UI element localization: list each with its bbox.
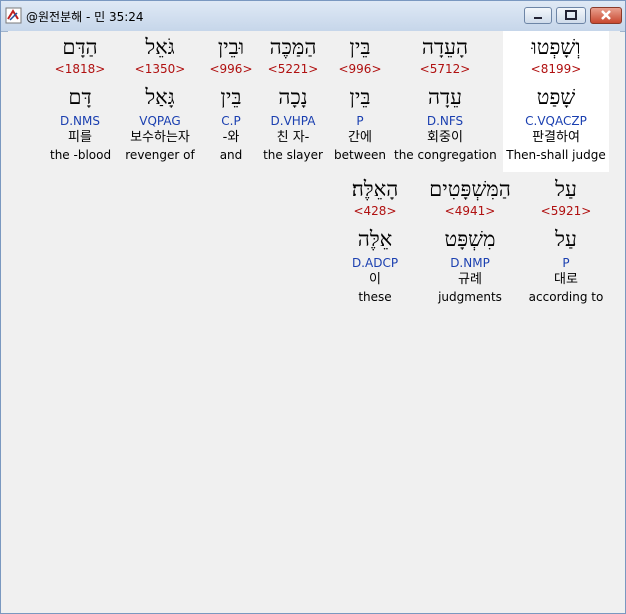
hebrew-word: עַל (555, 177, 577, 201)
hebrew-word: גֹּאֵל (145, 35, 175, 59)
morph-code: C.P (221, 114, 241, 128)
word-card[interactable]: הַמִּשְׁפָּטִים <4941> מִשְׁפָּט D.NMP 규… (418, 175, 522, 305)
hebrew-word: הָעֵדָה (421, 35, 469, 59)
morph-code: D.ADCP (351, 256, 399, 270)
title-bar[interactable]: @원전분해 - 민 35:24 (1, 1, 625, 32)
hebrew-lemma: עֵדָה (427, 85, 463, 109)
hebrew-word: הָאֵלֶּה׃ (351, 177, 399, 201)
minimize-icon (534, 17, 542, 19)
morph-code: P (356, 114, 364, 128)
strong-number[interactable]: <996> (206, 61, 256, 77)
hebrew-lemma: עַל (555, 227, 577, 251)
korean-gloss: 피를 (68, 130, 92, 145)
strong-number[interactable]: <8199> (503, 61, 609, 77)
hebrew-word: הַמִּשְׁפָּטִים (429, 177, 511, 201)
english-gloss: the -blood (50, 148, 112, 162)
english-gloss: these (358, 290, 392, 304)
hebrew-word: וְשָׁפְטוּ (531, 35, 581, 59)
english-gloss: between (334, 148, 386, 162)
minimize-button[interactable] (524, 7, 552, 24)
english-gloss: judgments (438, 290, 502, 304)
hebrew-lemma: גָּאַל (145, 85, 175, 109)
maximize-icon (565, 10, 577, 20)
korean-gloss: 대로 (554, 272, 578, 287)
english-gloss: revenger of (125, 148, 195, 162)
analysis-pane: הַדָּם <1818> דָּם D.NMS 피를 the -blood ג… (8, 31, 620, 609)
morph-code: C.VQACZP (525, 114, 587, 128)
english-gloss: the congregation (394, 148, 497, 162)
word-card[interactable]: בֵּין <996> בֵּין P 간에 between (332, 33, 388, 163)
english-gloss: Then-shall judge (506, 148, 606, 162)
morph-code: VQPAG (139, 114, 181, 128)
strong-number[interactable]: <5921> (526, 203, 606, 219)
korean-gloss: 판결하여 (532, 130, 580, 145)
word-card[interactable]: הָעֵדָה <5712> עֵדָה D.NFS 회중이 the congr… (394, 33, 497, 163)
word-card[interactable]: הַמַּכֶּה <5221> נָכָה D.VHPA 친 자- the s… (260, 33, 326, 163)
korean-gloss: 간에 (348, 130, 372, 145)
hebrew-lemma: בֵּין (220, 85, 242, 109)
korean-gloss: 이 (369, 272, 381, 287)
strong-number[interactable]: <1350> (120, 61, 200, 77)
strong-number[interactable]: <1818> (50, 61, 110, 77)
korean-gloss: 회중이 (427, 130, 463, 145)
close-button[interactable] (590, 7, 622, 24)
hebrew-lemma: אֵלֶּה (357, 227, 393, 251)
maximize-button[interactable] (556, 7, 586, 24)
hebrew-lemma: נָכָה (278, 85, 308, 109)
korean-gloss: 보수하는자 (130, 130, 190, 145)
hebrew-lemma: מִשְׁפָּט (444, 227, 496, 251)
hebrew-word: הַמַּכֶּה (269, 35, 317, 59)
morph-code: D.NFS (426, 114, 464, 128)
app-window: @원전분해 - 민 35:24 הַדָּם <1818> דָּם D.NMS… (0, 0, 626, 614)
english-gloss: and (219, 148, 243, 162)
word-card[interactable]: הָאֵלֶּה׃ <428> אֵלֶּה D.ADCP 이 these (344, 175, 406, 305)
word-card[interactable]: הַדָּם <1818> דָּם D.NMS 피를 the -blood (50, 33, 112, 163)
english-gloss: the slayer (263, 148, 323, 162)
morph-code: P (562, 256, 570, 270)
korean-gloss: -와 (222, 130, 240, 145)
close-icon (601, 10, 611, 20)
morph-code: D.NMS (59, 114, 100, 128)
strong-number[interactable]: <4941> (418, 203, 522, 219)
word-card[interactable]: עַל <5921> עַל P 대로 according to (526, 175, 606, 305)
strong-number[interactable]: <428> (344, 203, 406, 219)
word-card[interactable]: וּבֵין <996> בֵּין C.P -와 and (206, 33, 256, 163)
strong-number[interactable]: <5712> (394, 61, 496, 77)
hebrew-word: הַדָּם (62, 35, 98, 59)
morph-code: D.NMP (450, 256, 490, 270)
strong-number[interactable]: <996> (332, 61, 388, 77)
hebrew-lemma: דָּם (68, 85, 92, 109)
hebrew-lemma: בֵּין (349, 85, 371, 109)
english-gloss: according to (528, 290, 604, 304)
morph-code: D.VHPA (270, 114, 316, 128)
korean-gloss: 친 자- (276, 130, 310, 145)
hebrew-word: בֵּין (349, 35, 371, 59)
word-card[interactable]: גֹּאֵל <1350> גָּאַל VQPAG 보수하는자 revenge… (120, 33, 200, 163)
hebrew-word: וּבֵין (217, 35, 245, 59)
strong-number[interactable]: <5221> (260, 61, 326, 77)
window-title: @원전분해 - 민 35:24 (26, 10, 144, 24)
korean-gloss: 규례 (458, 272, 482, 287)
app-icon (5, 7, 22, 24)
hebrew-lemma: שָׁפַט (536, 85, 576, 109)
word-card-selected[interactable]: וְשָׁפְטוּ <8199> שָׁפַט C.VQACZP 판결하여 T… (503, 31, 609, 172)
